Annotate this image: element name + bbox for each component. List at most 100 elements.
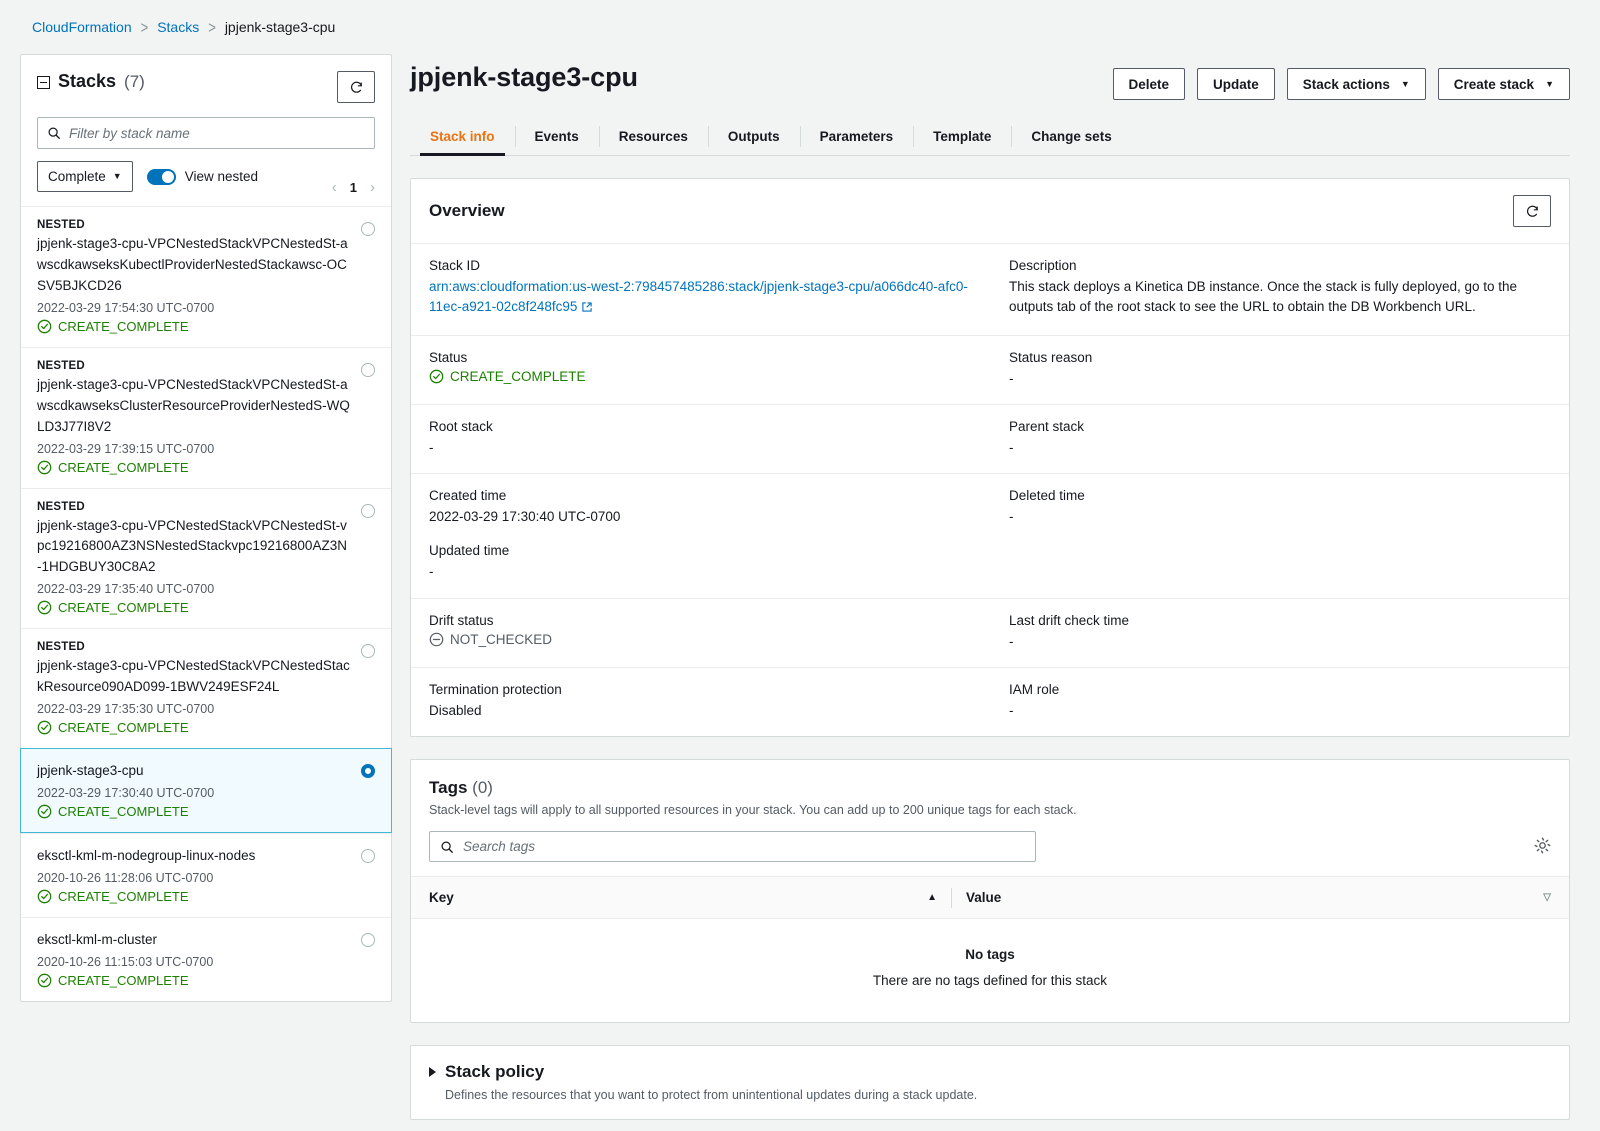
stack-item-status-text: CREATE_COMPLETE [58,720,189,735]
breadcrumb-item-cloudformation[interactable]: CloudFormation [32,19,132,35]
stack-list-item[interactable]: jpjenk-stage3-cpu2022-03-29 17:30:40 UTC… [20,748,392,833]
field-value: - [1009,369,1551,389]
tab-parameters[interactable]: Parameters [800,120,914,155]
stack-item-status-text: CREATE_COMPLETE [58,973,189,988]
sidebar-header: Stacks (7) Filter by stack name [21,55,391,206]
column-header-value[interactable]: Value ▽ [952,890,1551,905]
search-tags-input[interactable]: Search tags [429,831,1036,862]
field-label: IAM role [1009,682,1551,697]
stack-list-item[interactable]: NESTEDjpjenk-stage3-cpu-VPCNestedStackVP… [21,347,391,488]
overview-card: Overview Stack ID arn:aws:cloudformation… [410,178,1570,737]
drift-status-badge: NOT_CHECKED [429,632,552,647]
tab-outputs[interactable]: Outputs [708,120,800,155]
page-header: jpjenk-stage3-cpu Delete Update Stack acti… [410,54,1570,100]
button-label: Update [1213,77,1259,92]
create-stack-button[interactable]: Create stack▼ [1438,68,1570,100]
button-label: Create stack [1454,77,1534,92]
column-header-key-label: Key [429,890,454,905]
page-title: jpjenk-stage3-cpu [410,62,638,93]
check-circle-icon [37,319,52,334]
header-actions: Delete Update Stack actions▼ Create stack▼ [1113,62,1571,100]
field-label: Termination protection [429,682,972,697]
external-link-icon[interactable] [581,299,593,319]
stack-list: NESTED jpjenk-stage3-cpu-VPCNestedStackVP… [21,206,391,1001]
field-parent-stack: Parent stack - [990,405,1569,473]
tab-change-sets[interactable]: Change sets [1011,120,1131,155]
field-root-stack: Root stack - [411,405,990,473]
stack-actions-button[interactable]: Stack actions▼ [1287,68,1426,100]
tab-events[interactable]: Events [515,120,599,155]
delete-button[interactable]: Delete [1113,68,1186,100]
nested-badge: NESTED [37,501,351,513]
section-stack-policy-toggle[interactable]: Stack policy [429,1062,1551,1082]
nested-badge: NESTED [37,219,351,231]
field-label: Last drift check time [1009,613,1551,628]
stack-list-item[interactable]: eksctl-kml-m-nodegroup-linux-nodes 2020-1… [21,833,391,917]
status-text: CREATE_COMPLETE [450,369,586,384]
stack-item-name: eksctl-kml-m-nodegroup-linux-nodes [37,846,351,867]
collapse-icon[interactable] [37,76,50,89]
breadcrumb-item-current: jpjenk-stage3-cpu [225,19,336,35]
field-label: Drift status [429,613,972,628]
update-button[interactable]: Update [1197,68,1275,100]
stack-item-date: 2022-03-29 17:35:30 UTC-0700 [37,702,351,716]
field-last-drift-check: Last drift check time - [990,599,1569,667]
stack-item-status-text: CREATE_COMPLETE [58,460,189,475]
breadcrumb-separator-icon: > [208,18,216,37]
overview-row-rootstack: Root stack - Parent stack - [411,405,1569,474]
tags-header: Tags (0) Stack-level tags will apply to … [411,760,1569,817]
pagination-next-icon[interactable]: › [370,179,375,196]
stack-list-item[interactable]: NESTEDjpjenk-stage3-cpu-VPCNestedStackVP… [21,628,391,748]
filter-stacks-placeholder: Filter by stack name [69,126,190,141]
pagination-current-page[interactable]: 1 [350,180,357,195]
stack-item-radio[interactable] [361,849,375,863]
button-label: Delete [1129,77,1170,92]
status-filter-select[interactable]: Complete ▼ [37,161,133,192]
refresh-overview-button[interactable] [1513,195,1551,227]
field-label: Created time [429,488,972,503]
overview-row-times: Created time 2022-03-29 17:30:40 UTC-070… [411,474,1569,599]
tags-table-header: Key ▲ Value ▽ [411,876,1569,919]
stack-item-name: jpjenk-stage3-cpu-VPCNestedStackVPCNeste… [37,516,351,579]
stack-list-item[interactable]: NESTED jpjenk-stage3-cpu-VPCNestedStackVP… [21,488,391,629]
view-nested-toggle[interactable] [147,169,176,185]
stack-item-radio[interactable] [361,222,375,236]
field-deleted-time: Deleted time - [990,474,1569,598]
stack-list-item[interactable]: NESTEDjpjenk-stage3-cpu-VPCNestedStackVP… [21,206,391,347]
stack-item-radio[interactable] [361,504,375,518]
stack-item-body: NESTED jpjenk-stage3-cpu-VPCNestedStackVP… [37,501,351,616]
tab-stack-info[interactable]: Stack info [410,120,515,155]
tags-description: Stack-level tags will apply to all suppo… [429,803,1551,817]
stack-item-radio[interactable] [361,933,375,947]
tab-template[interactable]: Template [913,120,1011,155]
column-header-key[interactable]: Key ▲ [429,890,951,905]
stack-list-item[interactable]: eksctl-kml-m-cluster2020-10-26 11:15:03 … [21,917,391,1001]
check-circle-icon [37,720,52,735]
field-value: 2022-03-29 17:30:40 UTC-0700 [429,507,972,527]
stack-item-name: jpjenk-stage3-cpu [37,761,351,782]
tags-empty-state: No tags There are no tags defined for th… [411,919,1569,1022]
tab-resources[interactable]: Resources [599,120,708,155]
empty-state-subtitle: There are no tags defined for this stack [411,973,1569,988]
sort-descending-icon[interactable]: ▽ [1543,892,1551,903]
collapsible-sections: Stack policyDefines the resources that y… [410,1045,1570,1131]
stack-item-radio[interactable] [361,764,375,778]
column-header-value-label: Value [966,890,1001,905]
empty-state-title: No tags [411,947,1569,962]
pagination-prev-icon[interactable]: ‹ [332,179,337,196]
stack-item-radio[interactable] [361,644,375,658]
field-label: Parent stack [1009,419,1551,434]
refresh-stacks-button[interactable] [337,71,375,103]
filter-stacks-input[interactable]: Filter by stack name [37,117,375,149]
stack-id-link[interactable]: arn:aws:cloudformation:us-west-2:7984574… [429,279,968,314]
field-status: Status CREATE_COMPLETE [411,336,990,404]
stack-item-date: 2020-10-26 11:28:06 UTC-0700 [37,871,351,885]
gear-icon [1534,837,1551,854]
status-badge: CREATE_COMPLETE [429,369,586,384]
status-filter-label: Complete [48,169,106,184]
tags-settings-button[interactable] [1534,837,1551,857]
sort-ascending-icon[interactable]: ▲ [927,892,937,903]
breadcrumb-item-stacks[interactable]: Stacks [157,19,199,35]
stack-item-status: CREATE_COMPLETE [37,720,351,735]
stack-item-radio[interactable] [361,363,375,377]
